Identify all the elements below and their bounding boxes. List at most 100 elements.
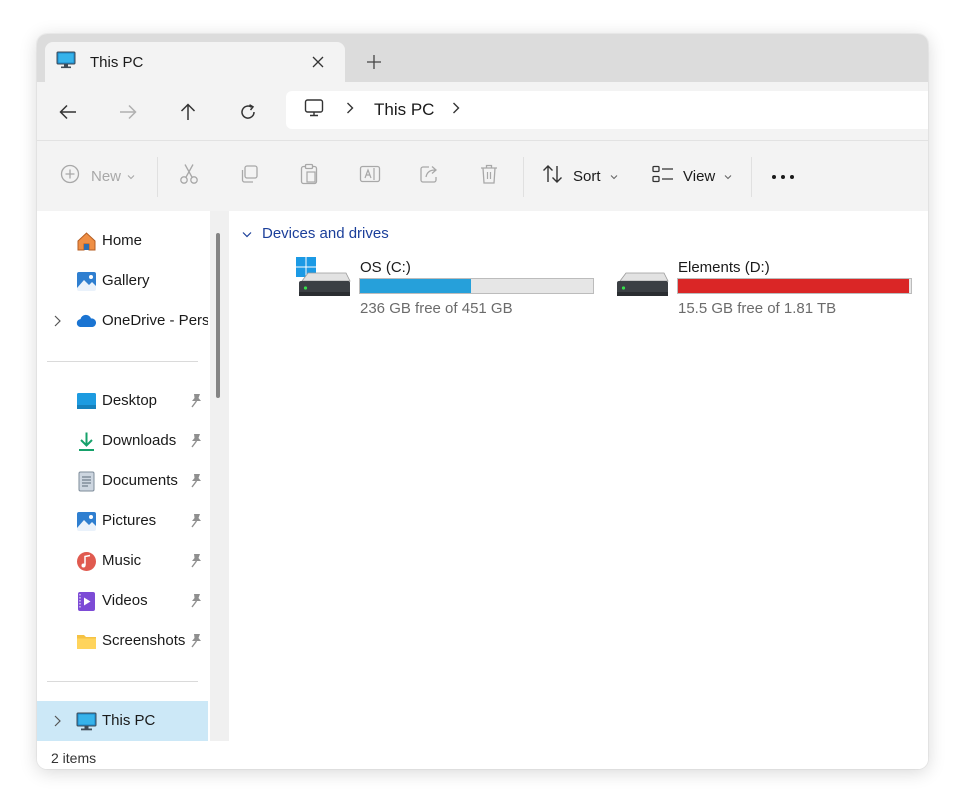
view-label: View	[683, 167, 716, 185]
close-tab-icon[interactable]	[309, 53, 327, 71]
sidebar-item-label: This PC	[102, 712, 156, 729]
toolbar-divider	[751, 157, 752, 197]
back-arrow-icon[interactable]	[54, 98, 82, 126]
sidebar-item-pictures[interactable]: Pictures	[37, 501, 208, 541]
sidebar-item-label: Documents	[102, 472, 178, 489]
sidebar-item-desktop[interactable]: Desktop	[37, 381, 208, 421]
content-pane: Devices and drives OS (C:) 236 GB free o…	[229, 211, 928, 741]
chevron-right-icon[interactable]	[51, 714, 63, 728]
delete-button[interactable]	[479, 161, 499, 191]
rename-button[interactable]	[359, 161, 381, 191]
see-more-button[interactable]	[771, 161, 795, 191]
share-icon	[419, 164, 441, 189]
documents-icon	[76, 471, 97, 492]
chevron-down-icon	[610, 167, 618, 185]
paste-button[interactable]	[299, 161, 319, 191]
sidebar-scrollbar-thumb[interactable]	[216, 233, 220, 398]
sidebar-item-home[interactable]: Home	[37, 221, 208, 261]
up-arrow-icon[interactable]	[174, 98, 202, 126]
toolbar-divider	[523, 157, 524, 197]
new-button[interactable]: New	[60, 161, 135, 191]
navigation-bar: This PC	[37, 82, 928, 140]
drive-free-space: 236 GB free of 451 GB	[360, 300, 513, 317]
music-icon	[76, 551, 97, 572]
pictures-icon	[76, 511, 97, 532]
sidebar-item-gallery[interactable]: Gallery	[37, 261, 208, 301]
sidebar-item-downloads[interactable]: Downloads	[37, 421, 208, 461]
breadcrumb-chevron-icon[interactable]	[346, 101, 354, 119]
new-tab-icon[interactable]	[364, 52, 384, 72]
pin-icon[interactable]	[189, 593, 203, 609]
this-pc-icon	[56, 51, 76, 74]
forward-arrow-icon[interactable]	[114, 98, 142, 126]
pin-icon[interactable]	[189, 433, 203, 449]
pin-icon[interactable]	[189, 513, 203, 529]
refresh-icon[interactable]	[234, 98, 262, 126]
sidebar-item-label: Downloads	[102, 432, 177, 449]
clipboard-icon	[299, 163, 319, 190]
pin-icon[interactable]	[189, 473, 203, 489]
cut-button[interactable]	[179, 161, 199, 191]
drive-name: OS (C:)	[360, 259, 411, 276]
windows-drive-icon	[296, 257, 352, 305]
sidebar-item-music[interactable]: Music	[37, 541, 208, 581]
tab-this-pc[interactable]: This PC	[45, 42, 345, 82]
copy-icon	[239, 164, 259, 189]
gallery-icon	[76, 271, 97, 292]
status-bar: 2 items	[37, 741, 928, 769]
status-item-count: 2 items	[51, 750, 97, 766]
title-bar: This PC	[37, 34, 928, 82]
sidebar-item-onedrive[interactable]: OneDrive - Perso	[37, 301, 208, 341]
pin-icon[interactable]	[189, 553, 203, 569]
videos-icon	[76, 591, 97, 612]
sidebar-item-label: Home	[102, 232, 143, 249]
sidebar-item-label: OneDrive - Perso	[102, 312, 208, 329]
drive-tile-d[interactable]: Elements (D:) 15.5 GB free of 1.81 TB	[614, 257, 914, 327]
address-bar[interactable]: This PC	[286, 91, 928, 129]
rename-icon	[359, 164, 381, 189]
more-dots-icon	[771, 167, 795, 185]
view-list-icon	[652, 165, 674, 188]
home-icon	[76, 231, 97, 252]
share-button[interactable]	[419, 161, 441, 191]
group-header-devices-and-drives[interactable]: Devices and drives	[242, 225, 389, 242]
copy-button[interactable]	[239, 161, 259, 191]
toolbar-divider	[157, 157, 158, 197]
drive-free-space: 15.5 GB free of 1.81 TB	[678, 300, 837, 317]
drive-tile-c[interactable]: OS (C:) 236 GB free of 451 GB	[296, 257, 596, 327]
sidebar-divider	[47, 361, 198, 362]
pin-icon[interactable]	[189, 633, 203, 649]
monitor-icon	[304, 98, 324, 123]
chevron-right-icon[interactable]	[51, 314, 63, 328]
drive-usage-fill	[360, 279, 472, 293]
sidebar-item-label: Videos	[102, 592, 148, 609]
sort-label: Sort	[573, 167, 601, 185]
folder-icon	[76, 631, 97, 652]
sort-button[interactable]: Sort	[542, 161, 618, 191]
pin-icon[interactable]	[189, 393, 203, 409]
plus-circle-icon	[60, 164, 80, 189]
drive-name: Elements (D:)	[678, 259, 770, 276]
external-drive-icon	[614, 257, 670, 305]
sidebar-item-this-pc[interactable]: This PC	[37, 701, 208, 741]
sort-arrows-icon	[542, 164, 564, 189]
command-bar: New Sort View	[37, 140, 928, 212]
drive-usage-fill	[678, 279, 910, 293]
breadcrumb-chevron-icon[interactable]	[452, 101, 460, 119]
trash-icon	[479, 163, 499, 190]
sidebar-item-documents[interactable]: Documents	[37, 461, 208, 501]
breadcrumb-this-pc[interactable]: This PC	[374, 100, 434, 120]
sidebar-divider	[47, 681, 198, 682]
sidebar-item-screenshots[interactable]: Screenshots	[37, 621, 208, 661]
downloads-icon	[76, 431, 97, 452]
sidebar-item-label: Gallery	[102, 272, 150, 289]
sidebar-item-videos[interactable]: Videos	[37, 581, 208, 621]
file-explorer-window: This PC This PC New Sort View Home Galle…	[37, 34, 928, 769]
onedrive-icon	[76, 311, 97, 332]
group-header-label: Devices and drives	[262, 225, 389, 242]
sidebar-item-label: Screenshots	[102, 632, 186, 649]
sidebar-item-label: Desktop	[102, 392, 158, 409]
sidebar-item-label: Music	[102, 552, 142, 569]
view-button[interactable]: View	[652, 161, 732, 191]
chevron-down-icon	[242, 225, 252, 242]
